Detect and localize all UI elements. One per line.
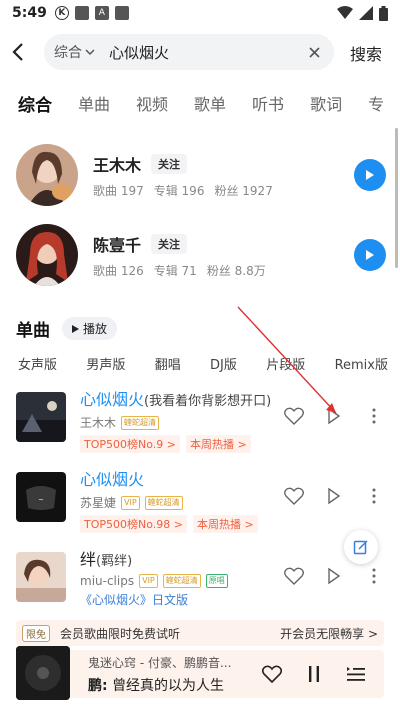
player-like-button[interactable]: [258, 660, 286, 688]
free-trial-label: 限免: [22, 624, 50, 642]
player-text: 鬼迷心窍 - 付豪、鹏鹏音... 鹏: 曾经真的以为人生: [88, 654, 258, 695]
player-cover[interactable]: [16, 646, 70, 700]
pause-icon: [309, 666, 319, 682]
heart-icon: [262, 665, 282, 683]
lyric-speaker: 鹏:: [88, 677, 108, 694]
pause-button[interactable]: [300, 660, 328, 688]
vip-cta-link[interactable]: 开会员无限畅享 >: [280, 625, 378, 642]
mini-player[interactable]: 鬼迷心窍 - 付豪、鹏鹏音... 鹏: 曾经真的以为人生: [16, 646, 384, 700]
vip-banner-text: 会员歌曲限时免费试听: [60, 626, 181, 641]
playlist-button[interactable]: [342, 660, 370, 688]
vip-banner[interactable]: 限免 会员歌曲限时免费试听 开会员无限畅享 >: [16, 620, 384, 646]
now-playing-title: 鬼迷心窍 - 付豪、鹏鹏音...: [88, 655, 232, 670]
now-playing-lyric: 曾经真的以为人生: [112, 677, 225, 694]
playlist-icon: [347, 667, 365, 681]
annotation-arrow: [237, 306, 337, 414]
